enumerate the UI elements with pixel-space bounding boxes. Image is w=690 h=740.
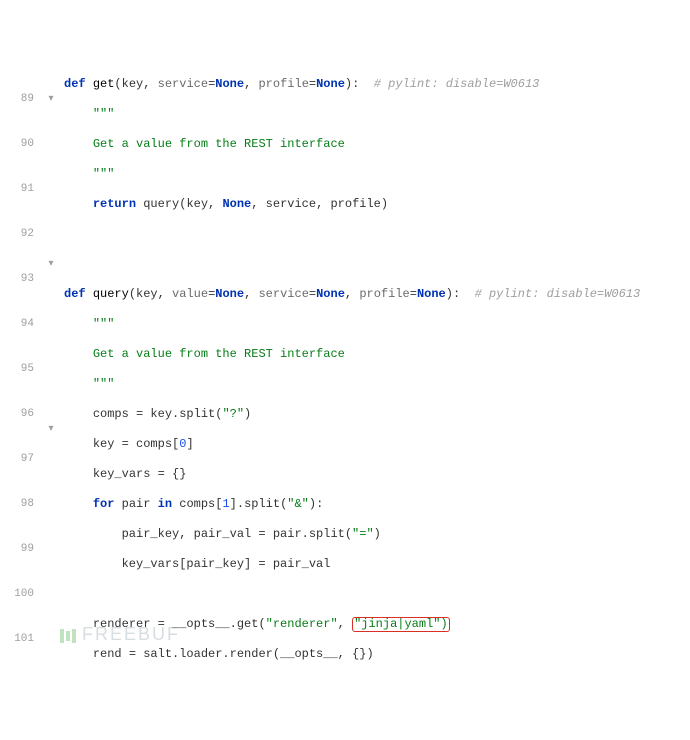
- line-number: 96: [8, 407, 34, 422]
- line-number-gutter: 89 90 91 92 93 94 95 96 97 98 99 100 101…: [0, 60, 42, 665]
- code-line: """: [64, 107, 690, 122]
- line-number: 100: [8, 587, 34, 602]
- code-line: rend = salt.loader.render(__opts__, {}): [64, 647, 690, 662]
- code-line: pair_key, pair_val = pair.split("="): [64, 527, 690, 542]
- line-number: 98: [8, 497, 34, 512]
- code-area[interactable]: def get(key, service=None, profile=None)…: [60, 60, 690, 665]
- code-line: renderer = __opts__.get("renderer", "jin…: [64, 617, 690, 632]
- fold-marker-icon[interactable]: ▾: [42, 422, 60, 437]
- code-editor: 89 90 91 92 93 94 95 96 97 98 99 100 101…: [0, 60, 690, 665]
- line-number: 97: [8, 452, 34, 467]
- code-line: """: [64, 317, 690, 332]
- fold-gutter: ▾ ▾ ▾ ▾ ▾: [42, 60, 60, 665]
- line-number: 93: [8, 272, 34, 287]
- code-line: """: [64, 167, 690, 182]
- code-line: key_vars[pair_key] = pair_val: [64, 557, 690, 572]
- code-line: key_vars = {}: [64, 467, 690, 482]
- code-line: key = comps[0]: [64, 437, 690, 452]
- code-line: comps = key.split("?"): [64, 407, 690, 422]
- code-line: def query(key, value=None, service=None,…: [64, 287, 690, 302]
- code-line: Get a value from the REST interface: [64, 137, 690, 152]
- line-number: 89: [8, 92, 34, 107]
- line-number: 95: [8, 362, 34, 377]
- code-line: for pair in comps[1].split("&"):: [64, 497, 690, 512]
- highlight-box: "jinja|yaml"): [352, 617, 450, 632]
- fold-marker-icon[interactable]: ▾: [42, 92, 60, 107]
- code-line: def get(key, service=None, profile=None)…: [64, 77, 690, 92]
- code-line: """: [64, 377, 690, 392]
- line-number: 94: [8, 317, 34, 332]
- line-number: 99: [8, 542, 34, 557]
- line-number: 101: [8, 632, 34, 647]
- line-number: 90: [8, 137, 34, 152]
- line-number: 92: [8, 227, 34, 242]
- code-line: Get a value from the REST interface: [64, 347, 690, 362]
- line-number: 91: [8, 182, 34, 197]
- fold-marker-icon[interactable]: ▾: [42, 257, 60, 272]
- code-line: return query(key, None, service, profile…: [64, 197, 690, 212]
